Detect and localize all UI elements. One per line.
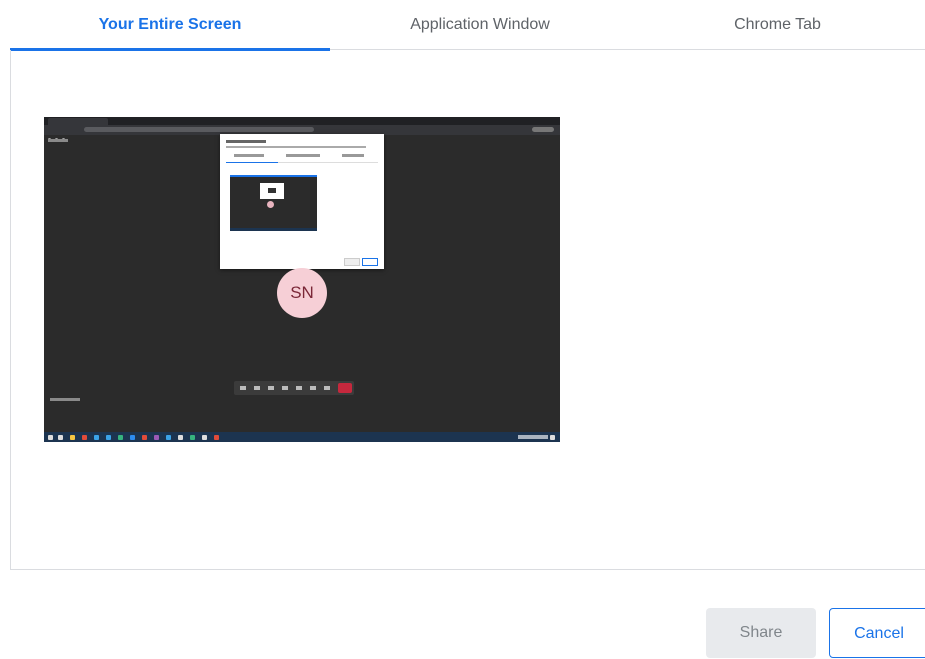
preview-call-toolbar [234, 381, 354, 395]
source-tabs: Your Entire Screen Application Window Ch… [10, 0, 925, 51]
nav-buttons-icon [48, 128, 78, 141]
preview-share-dialog [220, 134, 384, 269]
tab-entire-screen[interactable]: Your Entire Screen [10, 0, 330, 48]
tab-chrome-tab[interactable]: Chrome Tab [630, 0, 925, 48]
preview-avatar: SN [277, 268, 327, 318]
cancel-button[interactable]: Cancel [829, 608, 925, 658]
share-button[interactable]: Share [706, 608, 816, 658]
window-controls-icon [528, 118, 556, 128]
screen-thumbnail[interactable]: SN [44, 117, 560, 442]
preview-nested-thumbnail [230, 175, 317, 231]
end-call-icon [338, 383, 352, 393]
profile-icon [532, 127, 554, 132]
preview-taskbar [44, 432, 560, 442]
tab-application-window[interactable]: Application Window [330, 0, 630, 48]
preview-title-bar [44, 117, 560, 128]
